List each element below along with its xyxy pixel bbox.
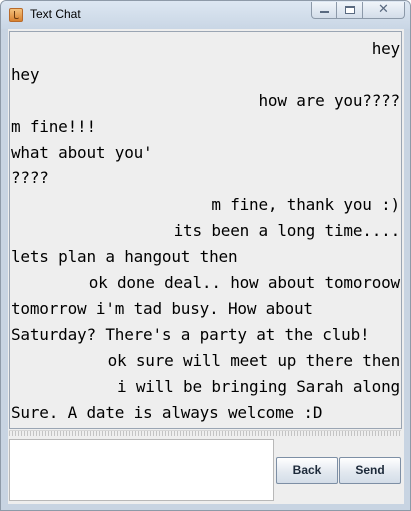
window-title: Text Chat xyxy=(30,7,81,21)
message-input[interactable] xyxy=(9,439,274,501)
maximize-icon xyxy=(345,6,355,14)
minimize-icon xyxy=(320,11,329,13)
close-button[interactable]: ✕ xyxy=(363,2,405,19)
split-pane-divider[interactable] xyxy=(9,430,401,436)
chat-message: hey xyxy=(11,65,40,84)
chat-message: ???? xyxy=(11,168,49,187)
close-icon: ✕ xyxy=(378,2,389,17)
back-button[interactable]: Back xyxy=(276,457,338,484)
maximize-button[interactable] xyxy=(337,2,363,19)
window-controls: ✕ xyxy=(311,2,405,20)
text-chat-window: Text Chat ✕ hey hey how are you???? m fi… xyxy=(0,0,411,511)
chat-message: ok sure will meet up there then xyxy=(107,351,401,370)
chat-transcript[interactable]: hey hey how are you???? m fine!!! what a… xyxy=(9,31,402,429)
chat-client-area: hey hey how are you???? m fine!!! what a… xyxy=(8,29,404,504)
chat-message: ok done deal.. how about tomoroow xyxy=(88,273,400,292)
chat-message: tomorrow i'm tad busy. How about xyxy=(11,299,313,318)
chat-message: lets plan a hangout then xyxy=(11,247,238,266)
chat-message: what about you' xyxy=(11,143,153,162)
java-app-icon xyxy=(9,8,23,22)
chat-message: Saturday? There's a party at the club! xyxy=(11,325,370,344)
send-button[interactable]: Send xyxy=(339,457,401,484)
chat-message: hey xyxy=(371,39,401,58)
chat-message: how are you???? xyxy=(258,91,401,110)
chat-message: m fine, thank you :) xyxy=(211,195,400,214)
chat-message: its been a long time.... xyxy=(173,221,401,240)
title-bar[interactable]: Text Chat ✕ xyxy=(1,1,410,29)
minimize-button[interactable] xyxy=(311,2,337,19)
chat-message: m fine!!! xyxy=(11,117,96,136)
chat-message: i will be bringing Sarah along xyxy=(117,377,400,396)
chat-message: Sure. A date is always welcome :D xyxy=(11,403,323,422)
